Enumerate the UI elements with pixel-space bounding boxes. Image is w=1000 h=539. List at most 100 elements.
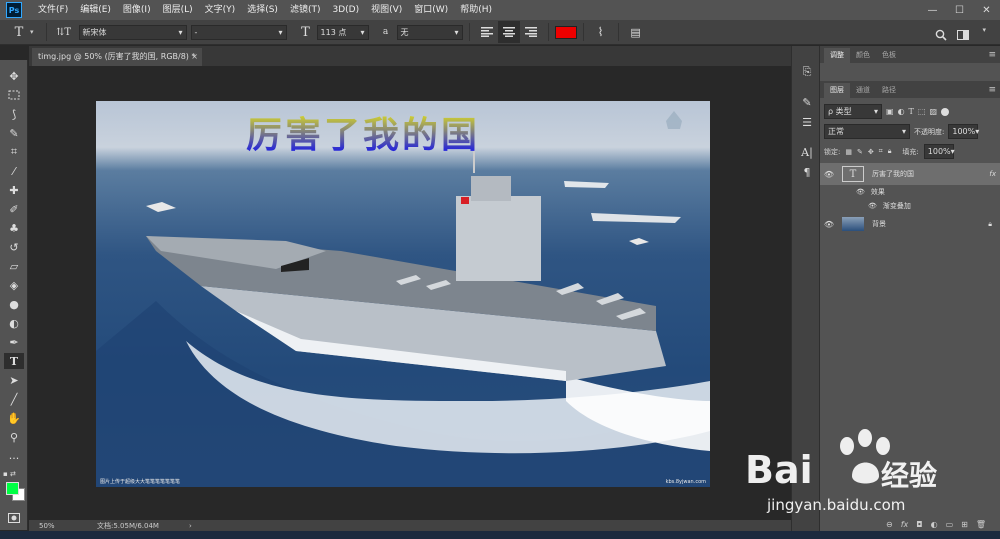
search-icon[interactable] bbox=[930, 24, 952, 46]
chevron-down-icon[interactable]: ▾ bbox=[982, 26, 986, 34]
menu-image[interactable]: 图像(I) bbox=[117, 0, 157, 20]
gradient-overlay-effect-row[interactable]: 👁︎ 渐变叠加 bbox=[820, 199, 1000, 213]
filter-type-icon[interactable]: T bbox=[909, 107, 914, 116]
canvas-area[interactable]: 厉害了我的国 图片上传于超级大大笔笔笔笔笔笔笔 kbs.8yjwan.com bbox=[29, 66, 791, 520]
eyedropper-tool-icon[interactable]: ⁄ bbox=[4, 163, 24, 179]
blend-mode-select[interactable]: 正常 ▾ bbox=[824, 124, 910, 139]
align-left-icon[interactable] bbox=[476, 21, 498, 43]
layer-effects-fx-icon[interactable]: fx bbox=[989, 170, 996, 178]
opacity-input[interactable]: 100% ▾ bbox=[948, 124, 979, 139]
tab-channels[interactable]: 通道 bbox=[850, 83, 876, 98]
tab-adjustments[interactable]: 调整 bbox=[824, 48, 850, 63]
paragraph-panel-icon[interactable]: ¶ bbox=[798, 164, 816, 180]
character-panel-icon[interactable]: A| bbox=[798, 144, 816, 160]
filter-pixel-icon[interactable]: ▣ bbox=[886, 107, 894, 116]
menu-window[interactable]: 窗口(W) bbox=[408, 0, 454, 20]
lock-all-icon[interactable]: 🔒︎ bbox=[888, 147, 892, 156]
visibility-eye-icon[interactable]: 👁︎ bbox=[820, 220, 838, 229]
menu-view[interactable]: 视图(V) bbox=[365, 0, 408, 20]
effect-eye-icon[interactable]: 👁︎ bbox=[868, 202, 877, 210]
font-family-select[interactable]: 新宋体 ▾ bbox=[78, 24, 187, 40]
more-tools-icon[interactable]: ··· bbox=[4, 450, 24, 466]
blur-tool-icon[interactable]: ● bbox=[4, 296, 24, 312]
adjustments-sliders-icon[interactable]: ☰ bbox=[798, 114, 816, 130]
menu-edit[interactable]: 编辑(E) bbox=[74, 0, 117, 20]
tool-preset-chevron-icon[interactable]: ▾ bbox=[30, 28, 34, 36]
lock-pixels-icon[interactable]: ✎ bbox=[857, 148, 863, 156]
eraser-tool-icon[interactable]: ▱ bbox=[4, 258, 24, 274]
lock-artboard-icon[interactable]: ⌗ bbox=[879, 147, 883, 156]
maximize-button[interactable]: ☐ bbox=[946, 0, 973, 20]
zoom-tool-icon[interactable]: ⚲ bbox=[4, 429, 24, 445]
tab-swatches[interactable]: 色板 bbox=[876, 48, 902, 63]
paint-bucket-tool-icon[interactable]: ◈ bbox=[4, 277, 24, 293]
anti-alias-select[interactable]: 无 ▾ bbox=[396, 24, 463, 40]
menu-3d[interactable]: 3D(D) bbox=[326, 0, 365, 20]
layer-text-overlay[interactable]: 厉害了我的国 bbox=[246, 106, 480, 158]
document-tab[interactable]: timg.jpg @ 50% (厉害了我的国, RGB/8) * × bbox=[32, 48, 202, 66]
text-color-swatch[interactable] bbox=[554, 25, 577, 39]
panel-menu-icon[interactable]: ≡ bbox=[988, 48, 996, 63]
dodge-tool-icon[interactable]: ◐ bbox=[4, 315, 24, 331]
close-window-button[interactable]: ✕ bbox=[973, 0, 1000, 20]
brush-settings-icon[interactable]: ✎ bbox=[798, 94, 816, 110]
character-panel-icon[interactable]: ▤ bbox=[625, 21, 647, 43]
marquee-tool-icon[interactable] bbox=[4, 87, 24, 103]
menu-file[interactable]: 文件(F) bbox=[32, 0, 74, 20]
font-style-select[interactable]: - ▾ bbox=[190, 24, 287, 40]
lasso-tool-icon[interactable]: ⟆ bbox=[4, 106, 24, 122]
layer-kind-filter[interactable]: ρ 类型 ▾ bbox=[824, 104, 882, 119]
workspace-icon[interactable] bbox=[952, 24, 974, 46]
menu-select[interactable]: 选择(S) bbox=[241, 0, 284, 20]
path-selection-tool-icon[interactable]: ➤ bbox=[4, 372, 24, 388]
history-brush-tool-icon[interactable]: ↺ bbox=[4, 239, 24, 255]
filter-toggle-icon[interactable] bbox=[941, 107, 950, 116]
menu-type[interactable]: 文字(Y) bbox=[199, 0, 242, 20]
swap-colors-icon[interactable]: ▪ ⇄ bbox=[3, 470, 25, 478]
type-tool-icon[interactable]: T bbox=[8, 21, 30, 43]
minimize-button[interactable]: — bbox=[919, 0, 946, 20]
menu-filter[interactable]: 滤镜(T) bbox=[284, 0, 327, 20]
move-tool-icon[interactable]: ✥ bbox=[4, 68, 24, 84]
warp-text-icon[interactable]: ⌇ bbox=[590, 21, 612, 43]
fill-input[interactable]: 100% ▾ bbox=[923, 144, 955, 159]
quick-select-tool-icon[interactable]: ✎ bbox=[4, 125, 24, 141]
quick-mask-icon[interactable] bbox=[4, 510, 24, 526]
panel-menu-icon[interactable]: ≡ bbox=[988, 83, 996, 98]
tab-paths[interactable]: 路径 bbox=[876, 83, 902, 98]
line-tool-icon[interactable]: ╱ bbox=[4, 391, 24, 407]
menu-layer[interactable]: 图层(L) bbox=[157, 0, 199, 20]
layer-row-text[interactable]: 👁︎ T 厉害了我的国 fx bbox=[820, 163, 1000, 185]
text-orientation-icon[interactable]: ⇅T bbox=[53, 21, 75, 43]
pen-tool-icon[interactable]: ✒ bbox=[4, 334, 24, 350]
align-center-icon[interactable] bbox=[497, 21, 520, 43]
align-right-icon[interactable] bbox=[520, 21, 542, 43]
menu-help[interactable]: 帮助(H) bbox=[454, 0, 498, 20]
filter-adjustment-icon[interactable]: ◐ bbox=[898, 107, 905, 116]
lock-position-icon[interactable]: ✥ bbox=[868, 148, 874, 156]
close-tab-icon[interactable]: × bbox=[191, 48, 198, 66]
filter-shape-icon[interactable]: ⬚ bbox=[918, 107, 926, 116]
effects-eye-icon[interactable]: 👁︎ bbox=[856, 188, 865, 196]
filter-smart-object-icon[interactable]: ▨ bbox=[929, 107, 937, 116]
lock-transparent-icon[interactable]: ▦ bbox=[845, 148, 852, 156]
foreground-color-swatch[interactable] bbox=[6, 482, 19, 495]
history-panel-icon[interactable]: ⎘ bbox=[798, 64, 816, 80]
document-image[interactable]: 厉害了我的国 图片上传于超级大大笔笔笔笔笔笔笔 kbs.8yjwan.com bbox=[96, 101, 710, 487]
horizontal-type-tool-icon[interactable]: T bbox=[4, 353, 24, 369]
layer-name[interactable]: 厉害了我的国 bbox=[872, 169, 914, 179]
tab-layers[interactable]: 图层 bbox=[824, 83, 850, 98]
hand-tool-icon[interactable]: ✋ bbox=[4, 410, 24, 426]
font-size-select[interactable]: 113 点 ▾ bbox=[316, 24, 369, 40]
layer-effects-row[interactable]: 👁︎ 效果 bbox=[820, 185, 1000, 199]
visibility-eye-icon[interactable]: 👁︎ bbox=[820, 170, 838, 179]
brush-tool-icon[interactable]: ✐ bbox=[4, 201, 24, 217]
tab-color[interactable]: 颜色 bbox=[850, 48, 876, 63]
layer-name[interactable]: 背景 bbox=[872, 219, 886, 229]
layer-row-background[interactable]: 👁︎ 背景 🔒︎ bbox=[820, 214, 1000, 234]
clone-stamp-tool-icon[interactable]: ♣ bbox=[4, 220, 24, 236]
healing-brush-tool-icon[interactable]: ✚ bbox=[4, 182, 24, 198]
crop-tool-icon[interactable]: ⌗ bbox=[4, 144, 24, 160]
zoom-level[interactable]: 50% bbox=[39, 522, 79, 530]
chevron-right-icon[interactable]: › bbox=[189, 522, 192, 530]
